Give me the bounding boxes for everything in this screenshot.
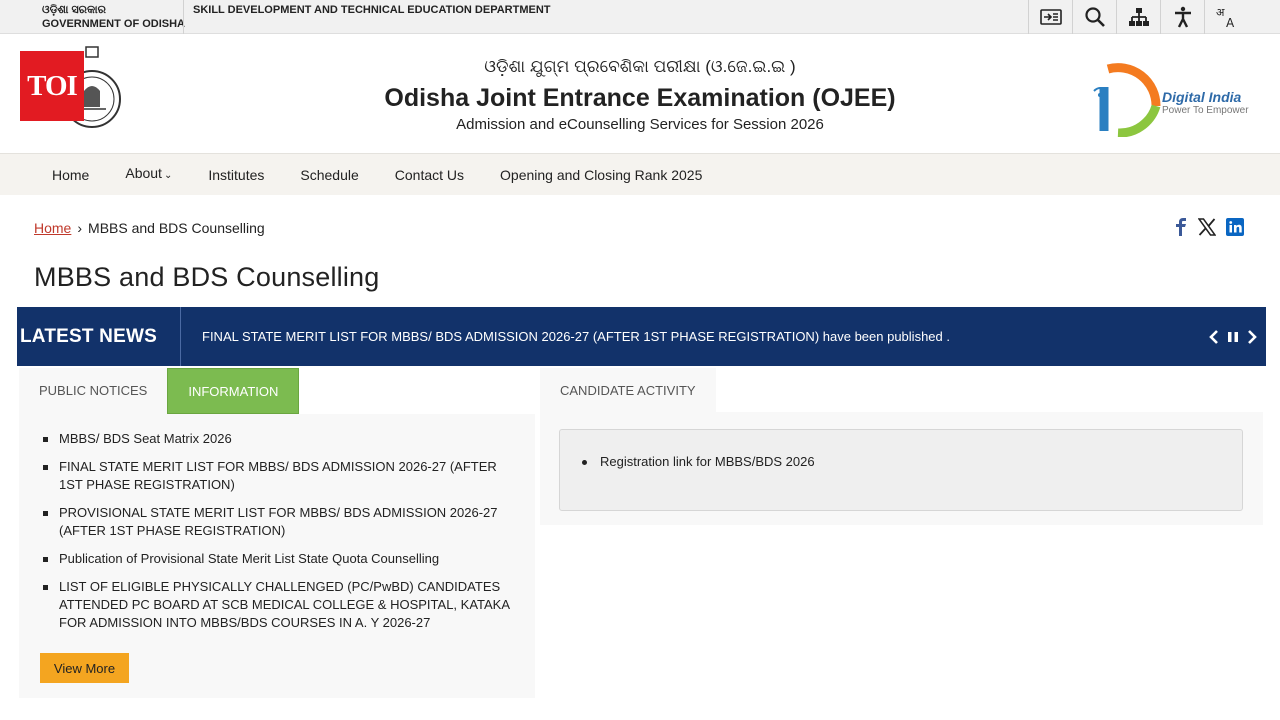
list-item[interactable]: LIST OF ELIGIBLE PHYSICALLY CHALLENGED (… [43, 578, 515, 632]
divider [180, 307, 181, 366]
svg-text:A: A [1226, 16, 1235, 29]
notices-panel: PUBLIC NOTICES INFORMATION MBBS/ BDS Sea… [19, 368, 535, 698]
tab-public-notices[interactable]: PUBLIC NOTICES [19, 368, 168, 414]
nav-home[interactable]: Home [34, 154, 107, 196]
chevron-left-icon[interactable] [1208, 329, 1220, 345]
gov-odia-text: ଓଡ଼ିଶା ସରକାର [42, 4, 106, 16]
nav-contact-us[interactable]: Contact Us [377, 154, 482, 196]
news-controls [1208, 329, 1258, 345]
list-item[interactable]: PROVISIONAL STATE MERIT LIST FOR MBBS/ B… [43, 504, 515, 540]
chevron-right-icon[interactable] [1246, 329, 1258, 345]
nav-schedule[interactable]: Schedule [282, 154, 376, 196]
latest-news-ticker: LATEST NEWS FINAL STATE MERIT LIST FOR M… [17, 307, 1266, 366]
x-icon[interactable] [1198, 218, 1216, 236]
notices-tabs: PUBLIC NOTICES INFORMATION [19, 368, 535, 414]
tab-information[interactable]: INFORMATION [167, 368, 300, 414]
list-item[interactable]: MBBS/ BDS Seat Matrix 2026 [43, 430, 515, 448]
site-title: Odisha Joint Entrance Examination (OJEE) [384, 84, 896, 112]
language-icon[interactable]: अA [1204, 0, 1248, 34]
digital-india-tagline: Power To Empower [1162, 105, 1249, 116]
latest-news-label: LATEST NEWS [20, 326, 157, 347]
tab-candidate-activity[interactable]: CANDIDATE ACTIVITY [540, 368, 716, 412]
divider [183, 0, 184, 34]
nav-about-label: About [125, 165, 162, 181]
list-item[interactable]: FINAL STATE MERIT LIST FOR MBBS/ BDS ADM… [43, 458, 515, 494]
gov-english-text: GOVERNMENT OF ODISHA [42, 18, 186, 30]
main-nav: Home About ⌄ Institutes Schedule Contact … [0, 153, 1280, 195]
svg-text:अ: अ [1216, 6, 1225, 19]
activity-list: Registration link for MBBS/BDS 2026 [560, 430, 1242, 469]
toi-badge: TOI [20, 51, 84, 121]
digital-india-name: Digital India [1162, 89, 1242, 105]
toolbar: अA [1028, 0, 1248, 34]
nav-opening-closing-rank[interactable]: Opening and Closing Rank 2025 [482, 154, 720, 196]
activity-tabs: CANDIDATE ACTIVITY [540, 368, 1263, 412]
government-label: ଓଡ଼ିଶା ସରକାର GOVERNMENT OF ODISHA [42, 3, 185, 31]
header-titles: ଓଡ଼ିଶା ଯୁଗ୍ମ ପ୍ରବେଶିକା ପରୀକ୍ଷା (ଓ.ଜେ.ଇ.ଇ… [340, 55, 940, 135]
accessibility-icon[interactable] [1160, 0, 1204, 34]
linkedin-icon[interactable] [1226, 218, 1244, 236]
breadcrumb: Home › MBBS and BDS Counselling [34, 220, 265, 236]
odia-title: ଓଡ଼ିଶା ଯୁଗ୍ମ ପ୍ରବେଶିକା ପରୀକ୍ଷା (ଓ.ଜେ.ଇ.ଇ… [484, 57, 796, 76]
skip-to-content-icon[interactable] [1028, 0, 1072, 34]
social-share [1174, 218, 1244, 236]
list-item[interactable]: Publication of Provisional State Merit L… [43, 550, 515, 568]
pause-icon[interactable] [1226, 330, 1240, 344]
top-bar: ଓଡ଼ିଶା ସରକାର GOVERNMENT OF ODISHA SKILL … [0, 0, 1280, 34]
breadcrumb-separator: › [77, 220, 83, 236]
activity-box: Registration link for MBBS/BDS 2026 [559, 429, 1243, 511]
facebook-icon[interactable] [1174, 218, 1188, 236]
sitemap-icon[interactable] [1116, 0, 1160, 34]
digital-india-logo-icon [1093, 63, 1161, 137]
digital-india-text: Digital India Power To Empower [1162, 89, 1249, 117]
breadcrumb-current: MBBS and BDS Counselling [88, 220, 265, 236]
candidate-activity-panel: CANDIDATE ACTIVITY Registration link for… [540, 368, 1263, 525]
information-list: MBBS/ BDS Seat Matrix 2026 FINAL STATE M… [19, 414, 535, 632]
nav-institutes[interactable]: Institutes [190, 154, 282, 196]
page-title: MBBS and BDS Counselling [34, 262, 380, 292]
latest-news-text[interactable]: FINAL STATE MERIT LIST FOR MBBS/ BDS ADM… [202, 307, 950, 366]
site-header: TOI ଓଡ଼ିଶା ଯୁଗ୍ମ ପ୍ରବେଶିକା ପରୀକ୍ଷା (ଓ.ଜେ… [0, 35, 1280, 153]
nav-about[interactable]: About ⌄ [107, 152, 190, 197]
breadcrumb-home-link[interactable]: Home [34, 220, 71, 236]
department-name: SKILL DEVELOPMENT AND TECHNICAL EDUCATIO… [193, 4, 551, 16]
site-subtitle: Admission and eCounselling Services for … [456, 116, 824, 133]
search-icon[interactable] [1072, 0, 1116, 34]
view-more-button[interactable]: View More [40, 653, 129, 683]
chevron-down-icon: ⌄ [163, 170, 173, 181]
list-item[interactable]: Registration link for MBBS/BDS 2026 [582, 454, 1242, 469]
